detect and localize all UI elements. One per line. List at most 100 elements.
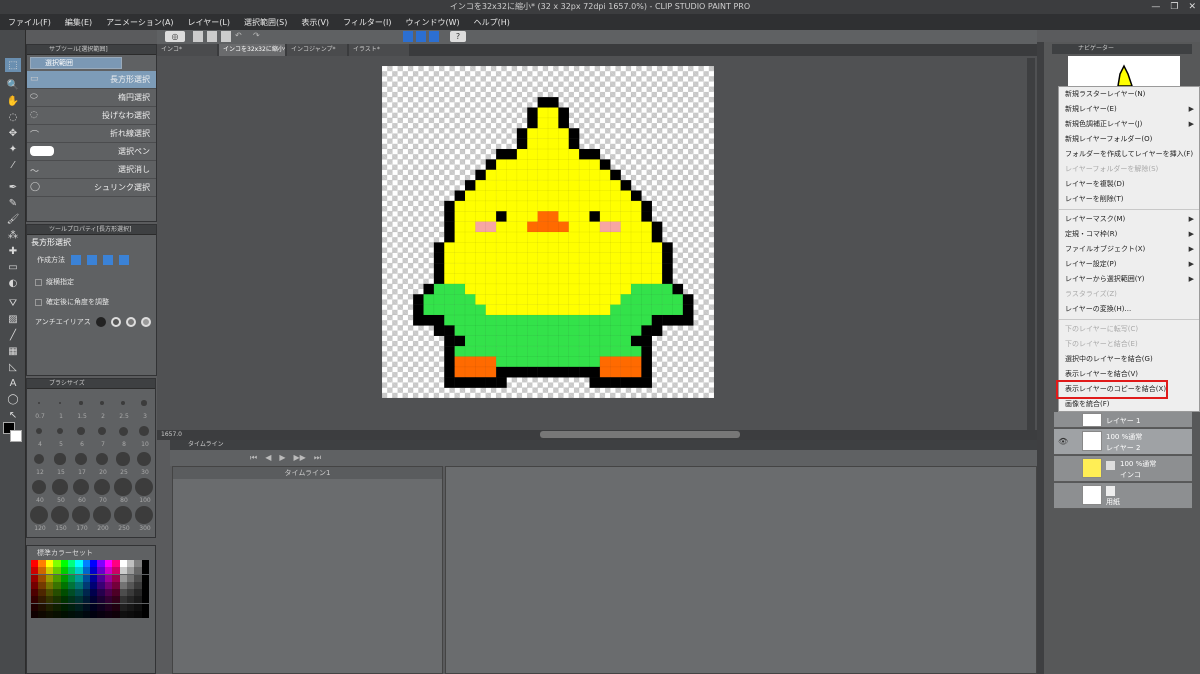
color-swatch[interactable] bbox=[38, 589, 46, 596]
color-swatch[interactable] bbox=[90, 560, 98, 567]
color-swatch[interactable] bbox=[82, 596, 90, 604]
color-swatch[interactable] bbox=[112, 596, 120, 604]
canvas-tab-active[interactable]: インコを32x32に縮小* bbox=[219, 44, 285, 56]
color-swatch[interactable] bbox=[45, 560, 54, 567]
color-swatch[interactable] bbox=[38, 574, 46, 582]
context-menu-item[interactable]: 新規レイヤーフォルダー(O) bbox=[1059, 132, 1199, 147]
color-swatch[interactable] bbox=[119, 581, 127, 589]
app-logo-icon[interactable]: ◎ bbox=[165, 31, 185, 42]
color-swatch[interactable] bbox=[119, 560, 127, 567]
menu-filter[interactable]: フィルター(I) bbox=[343, 17, 391, 28]
color-swatch[interactable] bbox=[90, 610, 98, 618]
color-swatch[interactable] bbox=[82, 610, 90, 618]
canvas-tab[interactable]: イラスト* bbox=[349, 44, 409, 56]
color-swatch[interactable] bbox=[38, 603, 46, 611]
color-swatch[interactable] bbox=[75, 574, 83, 582]
color-swatch[interactable] bbox=[97, 610, 105, 618]
color-swatch[interactable] bbox=[134, 589, 142, 596]
menu-selection[interactable]: 選択範囲(S) bbox=[244, 17, 287, 28]
antialias-strong-icon[interactable] bbox=[140, 317, 151, 327]
color-swatch[interactable] bbox=[60, 567, 68, 575]
color-swatch[interactable] bbox=[60, 581, 68, 589]
color-swatch[interactable] bbox=[75, 610, 83, 618]
context-menu-item[interactable]: ファイルオブジェクト(X) ▶ bbox=[1059, 242, 1199, 257]
navigator-thumbnail[interactable] bbox=[1068, 56, 1180, 87]
color-swatch[interactable] bbox=[90, 574, 98, 582]
color-swatch[interactable] bbox=[60, 610, 68, 618]
brush-size-dot[interactable] bbox=[51, 506, 69, 524]
color-swatch[interactable] bbox=[104, 581, 113, 589]
context-menu-item[interactable]: 新規ラスターレイヤー(N) bbox=[1059, 87, 1199, 102]
color-swatch[interactable] bbox=[119, 610, 127, 618]
last-frame-icon[interactable]: ⏭ bbox=[314, 453, 321, 463]
wand-icon[interactable]: ✦ bbox=[5, 142, 21, 156]
layer-row[interactable]: 用紙 bbox=[1054, 483, 1192, 509]
color-swatch[interactable] bbox=[82, 581, 90, 589]
aspect-checkbox[interactable] bbox=[35, 278, 42, 286]
minimize-icon[interactable]: — bbox=[1151, 0, 1160, 14]
brush-size-dot[interactable] bbox=[114, 478, 132, 496]
subtool-item[interactable]: 〜選択消し bbox=[27, 161, 156, 179]
canvas-tab[interactable]: インコ* bbox=[157, 44, 217, 56]
brush-size-dot[interactable] bbox=[114, 506, 132, 524]
color-swatch[interactable] bbox=[82, 560, 90, 567]
color-swatch[interactable] bbox=[119, 589, 127, 596]
next-frame-icon[interactable]: ▶▶ bbox=[294, 453, 306, 463]
color-swatch[interactable] bbox=[75, 567, 83, 575]
color-swatch[interactable] bbox=[31, 567, 39, 575]
color-swatch[interactable] bbox=[126, 589, 135, 596]
play-icon[interactable]: ▶ bbox=[279, 453, 285, 463]
color-swatch[interactable] bbox=[104, 574, 113, 582]
color-swatch[interactable] bbox=[97, 560, 105, 567]
color-swatch[interactable] bbox=[38, 581, 46, 589]
color-swatch[interactable] bbox=[45, 589, 54, 596]
brush-size-dot[interactable] bbox=[56, 427, 64, 435]
transform-icon[interactable] bbox=[403, 31, 413, 42]
color-swatch[interactable] bbox=[82, 574, 90, 582]
brush-size-dot[interactable] bbox=[35, 427, 43, 435]
correct-line-icon[interactable]: ↖ bbox=[5, 408, 21, 422]
pen-icon[interactable]: ✒ bbox=[5, 180, 21, 194]
color-swatch[interactable] bbox=[53, 567, 61, 575]
pixel-art-canvas[interactable] bbox=[382, 66, 714, 398]
brush-size-dot[interactable] bbox=[135, 506, 153, 524]
color-swatch[interactable] bbox=[141, 610, 149, 618]
brush-size-dot[interactable] bbox=[95, 452, 109, 466]
brush-size-dot[interactable] bbox=[73, 479, 89, 495]
context-menu-item[interactable]: レイヤーを削除(T) bbox=[1059, 192, 1199, 207]
color-swatch[interactable] bbox=[90, 603, 98, 611]
context-menu-item[interactable]: レイヤーを複製(D) bbox=[1059, 177, 1199, 192]
antialias-none-icon[interactable] bbox=[95, 317, 106, 327]
hand-icon[interactable]: ✋ bbox=[5, 94, 21, 108]
brush-size-dot[interactable] bbox=[93, 478, 111, 496]
brush-size-dot[interactable] bbox=[72, 506, 90, 524]
color-swatch[interactable] bbox=[97, 589, 105, 596]
color-swatch[interactable] bbox=[53, 589, 61, 596]
brush-size-dot[interactable] bbox=[93, 506, 111, 524]
balloon-icon[interactable]: ◯ bbox=[5, 392, 21, 406]
color-swatch[interactable] bbox=[75, 581, 83, 589]
brush-size-dot[interactable] bbox=[30, 506, 48, 524]
menu-window[interactable]: ウィンドウ(W) bbox=[406, 17, 460, 28]
sub-color-swatch[interactable] bbox=[10, 430, 22, 442]
context-menu-item[interactable]: レイヤーから選択範囲(Y) ▶ bbox=[1059, 272, 1199, 287]
color-swatch[interactable] bbox=[38, 567, 46, 575]
color-swatch[interactable] bbox=[67, 574, 76, 582]
color-swatch[interactable] bbox=[45, 596, 54, 604]
intersect-selection-icon[interactable] bbox=[119, 255, 129, 265]
context-menu-item[interactable]: 定規・コマ枠(R) ▶ bbox=[1059, 227, 1199, 242]
first-frame-icon[interactable]: ⏮ bbox=[250, 453, 257, 463]
brush-icon[interactable]: 🖌 bbox=[5, 212, 21, 226]
color-swatch[interactable] bbox=[112, 574, 120, 582]
color-swatch[interactable] bbox=[45, 567, 54, 575]
brush-size-dot[interactable] bbox=[120, 400, 126, 406]
color-swatch[interactable] bbox=[104, 610, 113, 618]
color-swatch[interactable] bbox=[75, 596, 83, 604]
brush-size-dot[interactable] bbox=[31, 479, 47, 495]
color-swatch[interactable] bbox=[141, 574, 149, 582]
airbrush-icon[interactable]: ⁂ bbox=[5, 228, 21, 242]
antialias-mid-icon[interactable] bbox=[125, 317, 136, 327]
layer-row[interactable]: 100 %通常 インコ bbox=[1054, 456, 1192, 482]
eyedropper-icon[interactable]: ⁄ bbox=[5, 158, 21, 172]
context-menu-item[interactable]: 新規レイヤー(E) ▶ bbox=[1059, 102, 1199, 117]
